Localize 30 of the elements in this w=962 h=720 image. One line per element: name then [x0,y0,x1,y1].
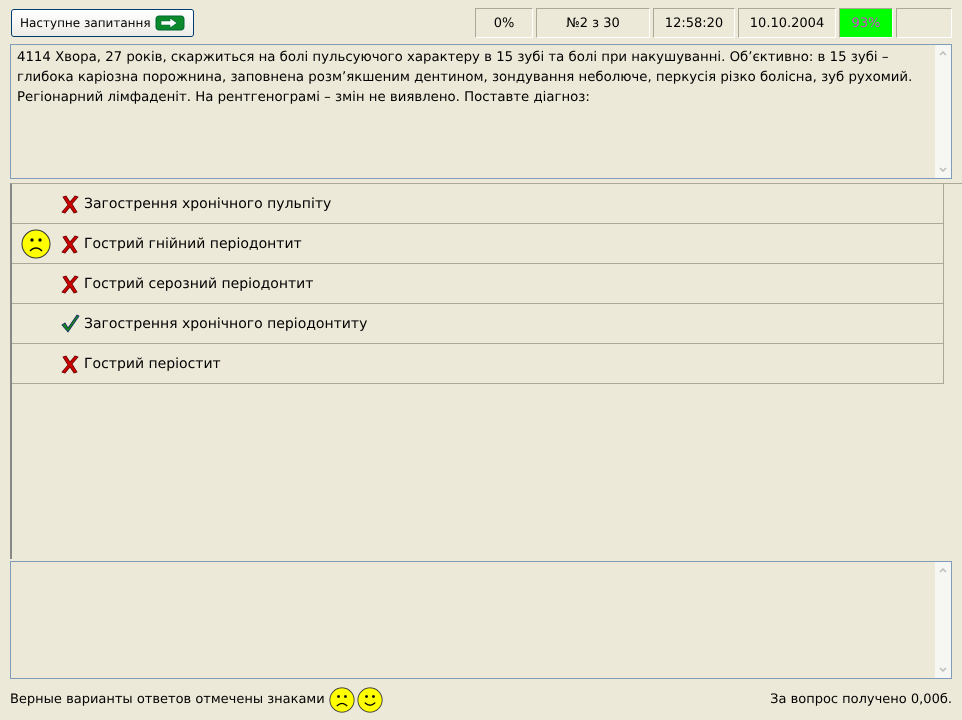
score-text: За вопрос получено 0,00б. [770,692,952,707]
status-field: 12:58:20 [653,8,735,38]
answer-option[interactable]: Гострий періостит [12,344,944,384]
answer-text: Гострий гнійний періодонтит [84,236,302,252]
answer-text: Загострення хронічного пульпіту [84,196,332,212]
cross-icon [60,274,80,294]
cross-icon [60,234,80,254]
score-field: 93% [839,8,893,38]
sad-face-icon [21,228,51,258]
answer-text: Загострення хронічного періодонтиту [84,316,368,332]
empty-field [896,8,952,38]
answer-option[interactable]: Гострий серозний періодонтит [12,264,944,304]
next-question-button[interactable]: Наступне запитання [11,9,194,37]
status-field: 10.10.2004 [738,8,836,38]
scrollbar[interactable] [935,562,951,678]
question-text: 4114 Хвора, 27 років, скаржиться на болі пульсуючого характеру в 15 зубі та болі при накушуванні. Об’єктивно: в 15 зубі – глибока каріозна порожнина, заповнена розм’якшеним дентином, зондування неболюче, перкусія різко болісна, зуб рухомий. Регіонарний лімфаденіт. На рентгенограмі – змін не виявлено. Поставте діагноз: [16,49,914,107]
smiley-face-icon [356,686,383,712]
status-field: 0% [475,8,533,38]
answer-option[interactable]: Загострення хронічного пульпіту [12,184,944,224]
status-field: №2 з 30 [536,8,650,38]
scrollbar[interactable] [935,45,951,178]
answer-option[interactable]: Загострення хронічного періодонтиту [12,304,944,344]
cross-icon [60,354,80,374]
legend-text: Верные варианты ответов отмечены знаками [10,692,325,707]
cross-icon [60,194,80,214]
check-icon [60,314,80,334]
answer-text: Гострий серозний періодонтит [84,276,314,292]
sad-face-icon [328,686,355,712]
answer-text: Гострий періостит [84,356,221,372]
answer-option[interactable]: Гострий гнійний періодонтит [12,224,944,264]
